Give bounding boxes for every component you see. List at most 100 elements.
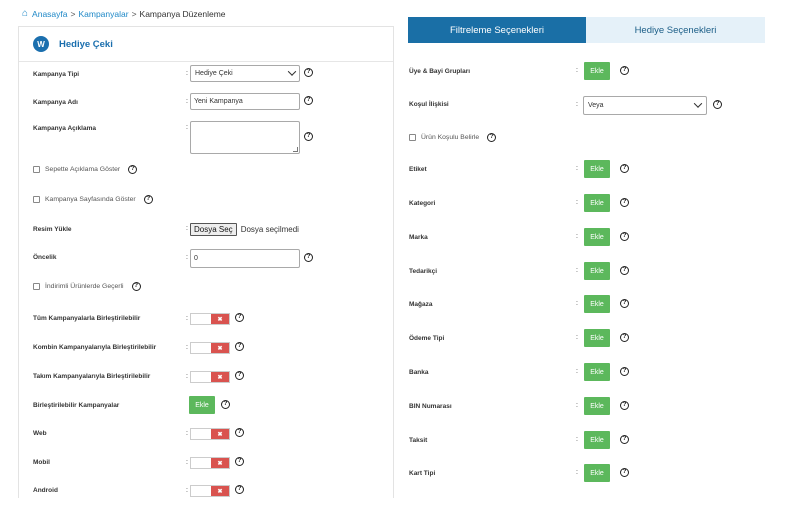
campaign-desc-textarea[interactable] <box>190 121 300 154</box>
store-row: Mağaza : Ekle ? <box>403 295 773 315</box>
breadcrumb-campaigns-link[interactable]: Kampanyalar <box>78 9 128 19</box>
help-icon[interactable]: ? <box>304 132 313 141</box>
payment-type-row: Ödeme Tipi : Ekle ? <box>403 329 773 349</box>
help-icon[interactable]: ? <box>143 195 153 204</box>
help-icon[interactable]: ? <box>620 198 629 207</box>
add-installment-button[interactable]: Ekle <box>584 431 610 449</box>
colon: : <box>186 373 188 380</box>
resize-handle-icon[interactable] <box>293 147 298 152</box>
web-toggle[interactable]: ✖ <box>190 428 230 440</box>
colon: : <box>186 344 188 351</box>
web-row: Web : ✖ ? <box>19 427 393 447</box>
help-icon[interactable]: ? <box>620 164 629 173</box>
show-on-campaign-page-label: Kampanya Sayfasında Göster <box>45 196 136 203</box>
breadcrumb-separator: > <box>70 9 76 19</box>
help-icon[interactable]: ? <box>304 68 313 77</box>
card-title: Hediye Çeki <box>59 38 113 50</box>
file-upload-control: Dosya Seç Dosya seçilmedi <box>190 223 299 236</box>
breadcrumb-separator: > <box>131 9 137 19</box>
add-category-button[interactable]: Ekle <box>584 194 610 212</box>
condition-relation-select[interactable]: Veya <box>583 96 707 115</box>
web-label: Web <box>33 430 47 437</box>
breadcrumb: ⌂ Anasayfa > Kampanyalar > Kampanya Düze… <box>22 9 226 20</box>
campaign-type-select[interactable]: Hediye Çeki <box>190 65 300 82</box>
breadcrumb-home-link[interactable]: Anasayfa <box>32 9 67 19</box>
help-icon[interactable]: ? <box>620 266 629 275</box>
campaign-name-input[interactable]: Yeni Kampanya <box>190 93 300 110</box>
category-label: Kategori <box>409 200 436 207</box>
campaign-name-row: Kampanya Adı : Yeni Kampanya ? <box>19 93 393 113</box>
colon: : <box>186 124 188 131</box>
colon: : <box>576 300 578 307</box>
help-icon[interactable]: ? <box>620 401 629 410</box>
add-brand-button[interactable]: Ekle <box>584 228 610 246</box>
help-icon[interactable]: ? <box>304 96 313 105</box>
installment-row: Taksit : Ekle ? <box>403 431 773 451</box>
campaign-desc-label: Kampanya Açıklama <box>33 125 96 132</box>
help-icon[interactable]: ? <box>131 282 141 291</box>
help-icon[interactable]: ? <box>235 485 244 494</box>
help-icon[interactable]: ? <box>221 400 230 409</box>
help-icon[interactable]: ? <box>304 253 313 262</box>
condition-relation-label: Koşul İlişkisi <box>409 101 449 108</box>
help-icon[interactable]: ? <box>620 232 629 241</box>
help-icon[interactable]: ? <box>620 333 629 342</box>
colon: : <box>186 487 188 494</box>
show-on-campaign-page-row: Kampanya Sayfasında Göster ? <box>33 195 153 204</box>
home-icon[interactable]: ⌂ <box>22 9 28 19</box>
product-condition-checkbox[interactable] <box>409 134 416 141</box>
colon: : <box>186 254 188 261</box>
condition-relation-row: Koşul İlişkisi : Veya ? <box>403 96 773 116</box>
add-card-type-button[interactable]: Ekle <box>584 464 610 482</box>
help-icon[interactable]: ? <box>235 457 244 466</box>
help-icon[interactable]: ? <box>235 313 244 322</box>
store-label: Mağaza <box>409 301 433 308</box>
tab-filter-options[interactable]: Filtreleme Seçenekleri <box>408 17 586 43</box>
options-tabs: Filtreleme Seçenekleri Hediye Seçenekler… <box>408 17 765 43</box>
file-status-text: Dosya seçilmedi <box>240 225 299 234</box>
condition-relation-value: Veya <box>588 102 604 109</box>
add-supplier-button[interactable]: Ekle <box>584 262 610 280</box>
help-icon[interactable]: ? <box>620 299 629 308</box>
merge-all-toggle[interactable]: ✖ <box>190 313 230 325</box>
help-icon[interactable]: ? <box>620 367 629 376</box>
merge-team-toggle[interactable]: ✖ <box>190 371 230 383</box>
android-toggle[interactable]: ✖ <box>190 485 230 497</box>
add-bin-number-button[interactable]: Ekle <box>584 397 610 415</box>
add-bank-button[interactable]: Ekle <box>584 363 610 381</box>
colon: : <box>186 315 188 322</box>
wordpress-icon: W <box>33 36 49 52</box>
android-row: Android : ✖ ? <box>19 484 393 504</box>
colon: : <box>576 267 578 274</box>
card-type-label: Kart Tipi <box>409 470 436 477</box>
add-mergeable-campaign-button[interactable]: Ekle <box>189 396 215 414</box>
help-icon[interactable]: ? <box>620 66 629 75</box>
add-payment-type-button[interactable]: Ekle <box>584 329 610 347</box>
colon: : <box>576 334 578 341</box>
colon: : <box>186 459 188 466</box>
show-desc-in-cart-checkbox[interactable] <box>33 166 40 173</box>
colon: : <box>576 67 578 74</box>
help-icon[interactable]: ? <box>235 371 244 380</box>
chevron-down-icon <box>693 99 703 108</box>
help-icon[interactable]: ? <box>620 435 629 444</box>
mobile-label: Mobil <box>33 459 50 466</box>
help-icon[interactable]: ? <box>713 100 722 109</box>
tab-gift-options[interactable]: Hediye Seçenekleri <box>586 17 765 43</box>
add-tag-button[interactable]: Ekle <box>584 160 610 178</box>
close-icon: ✖ <box>211 372 229 382</box>
campaign-form-card: W Hediye Çeki Kampanya Tipi : Hediye Çek… <box>18 26 394 498</box>
show-on-campaign-page-checkbox[interactable] <box>33 196 40 203</box>
choose-file-button[interactable]: Dosya Seç <box>190 223 237 236</box>
help-icon[interactable]: ? <box>128 165 138 174</box>
priority-input[interactable]: 0 <box>190 249 300 268</box>
help-icon[interactable]: ? <box>235 428 244 437</box>
add-member-group-button[interactable]: Ekle <box>584 62 610 80</box>
help-icon[interactable]: ? <box>235 342 244 351</box>
merge-combo-toggle[interactable]: ✖ <box>190 342 230 354</box>
mobile-toggle[interactable]: ✖ <box>190 457 230 469</box>
help-icon[interactable]: ? <box>620 468 629 477</box>
help-icon[interactable]: ? <box>487 133 497 142</box>
discounted-products-checkbox[interactable] <box>33 283 40 290</box>
add-store-button[interactable]: Ekle <box>584 295 610 313</box>
